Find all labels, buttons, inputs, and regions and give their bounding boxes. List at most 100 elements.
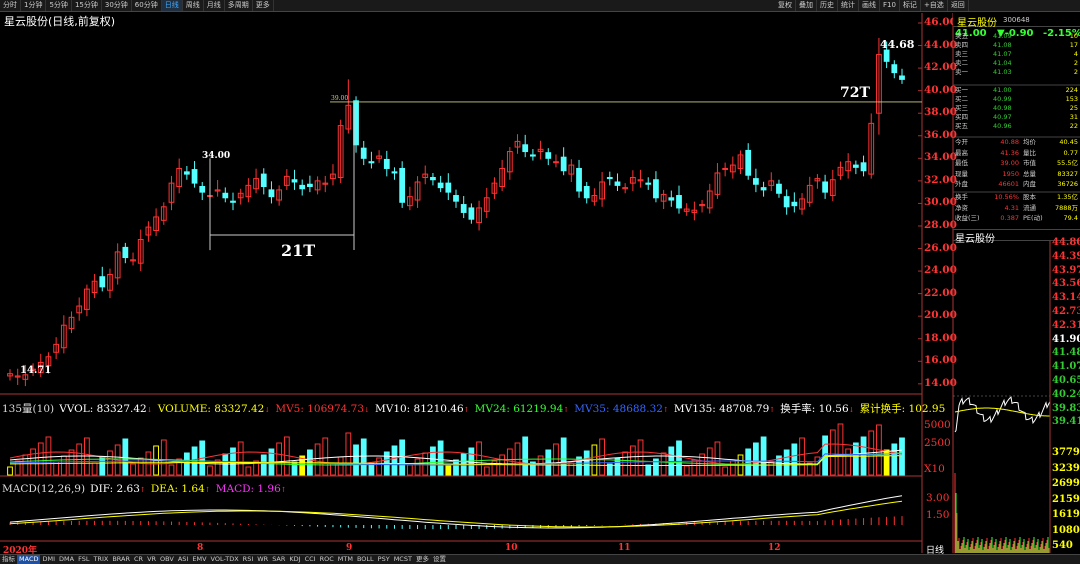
indicator-tab[interactable]: RSI	[241, 555, 256, 564]
intraday-volume-tick: 2159	[1052, 493, 1080, 505]
ask-row[interactable]: 卖二 41.04 2	[955, 59, 1080, 68]
vol-indicator-name[interactable]: 135量(10)	[2, 403, 54, 415]
intraday-price-tick: 44.80	[1052, 237, 1080, 248]
bid-row[interactable]: 买三 40.98 25	[955, 104, 1080, 113]
ask-row[interactable]: 卖五 41.09 10	[955, 32, 1080, 41]
candle-body	[437, 182, 444, 189]
order-volume: 4	[1073, 50, 1078, 58]
indicator-tab[interactable]: DMA	[57, 555, 76, 564]
order-price: 41.07	[993, 50, 1012, 58]
quote-detail-label: 均价	[1023, 138, 1036, 146]
indicator-tab[interactable]: ASI	[176, 555, 191, 564]
vol-unit-label: X10	[924, 463, 945, 475]
price-tick-label: 14.00	[924, 376, 957, 389]
indicator-tab[interactable]: MCST	[392, 555, 414, 564]
order-volume: 153	[1065, 95, 1078, 103]
candle-body	[453, 195, 459, 202]
volume-bar	[430, 446, 436, 476]
indicator-tab[interactable]: DMI	[40, 555, 57, 564]
ask-row[interactable]: 卖三 41.07 4	[955, 50, 1080, 59]
indicator-tab[interactable]: CCI	[303, 555, 318, 564]
order-volume: 22	[1069, 122, 1078, 130]
indicator-tab[interactable]: BRAR	[110, 555, 132, 564]
high-price-label: 44.68	[880, 38, 915, 51]
volume-bar	[60, 455, 67, 476]
indicator-tab[interactable]: VR	[145, 555, 158, 564]
volume-bar	[522, 436, 529, 476]
intraday-volume-tick: 540	[1052, 540, 1073, 551]
indicator-tab[interactable]: OBV	[158, 555, 176, 564]
indicator-tab[interactable]: PSY	[376, 555, 392, 564]
volume-bar	[799, 437, 805, 476]
order-price: 40.97	[993, 113, 1012, 121]
indicator-tab[interactable]: KDJ	[287, 555, 302, 564]
mv24-value: MV24: 61219.94	[474, 403, 564, 415]
quote-header: 星云股份 300648	[953, 13, 1080, 29]
candle-body	[268, 189, 275, 198]
quote-detail-label: 量比	[1023, 148, 1036, 157]
volume-bar	[314, 443, 321, 476]
quote-detail-label: 流通	[1023, 203, 1036, 212]
volume-bar	[683, 465, 690, 476]
quote-detail-value: 39.00	[1000, 159, 1019, 167]
order-level-label: 买三	[955, 104, 968, 112]
indicator-tab[interactable]: 设置	[431, 555, 448, 564]
indicator-tab[interactable]: BOLL	[355, 555, 376, 564]
candle-body	[822, 181, 828, 193]
bid-row[interactable]: 买一 41.00 224	[955, 86, 1080, 95]
indicator-tab[interactable]: SAR	[270, 555, 287, 564]
indicator-tab[interactable]: FSL	[76, 555, 91, 564]
volume-bar	[360, 438, 367, 476]
indicator-tab[interactable]: ROC	[318, 555, 336, 564]
volume-bar	[560, 437, 567, 476]
volume-bar	[276, 442, 283, 476]
order-level-label: 卖三	[955, 50, 968, 58]
intraday-price-tick: 40.24	[1052, 388, 1080, 400]
candle-body	[614, 181, 621, 186]
indicator-tab[interactable]: WR	[255, 555, 270, 564]
macd-indicator-header: MACD(12,26,9) DIF: 2.63↑ DEA: 1.64↑ MACD…	[2, 483, 287, 495]
indicator-tab[interactable]: TRIX	[91, 555, 110, 564]
candle-body	[791, 201, 798, 207]
candle-body	[545, 152, 552, 159]
intraday-volume-tick: 1080	[1052, 524, 1080, 536]
candle-body	[445, 182, 452, 193]
order-level-label: 卖四	[955, 41, 968, 49]
indicator-tab[interactable]: MACD	[17, 555, 41, 564]
ask-row[interactable]: 卖一 41.03 2	[955, 68, 1080, 77]
candle-body	[199, 186, 206, 193]
intraday-price-tick: 42.73	[1052, 306, 1080, 317]
indicator-tab[interactable]: EMV	[190, 555, 208, 564]
volume-bar	[183, 452, 190, 476]
volume-bar	[337, 456, 344, 476]
volume-bar	[353, 444, 359, 476]
bid-row[interactable]: 买二 40.99 153	[955, 95, 1080, 104]
intraday-price-tick: 43.14	[1052, 292, 1080, 304]
mv35-value: MV35: 48688.32	[574, 403, 663, 415]
ask-row[interactable]: 卖四 41.08 17	[955, 41, 1080, 50]
order-level-label: 卖二	[955, 59, 968, 67]
candle-body	[307, 183, 313, 188]
order-volume: 224	[1065, 86, 1078, 94]
quote-detail-label: 收益(三)	[955, 214, 980, 222]
quote-detail-row: 现量 1950 总量 83327	[955, 170, 1080, 179]
indicator-tab[interactable]: 指标	[0, 555, 17, 564]
indicator-tab[interactable]: 更多	[414, 555, 431, 564]
volume-bar	[476, 441, 482, 476]
volume-bar	[829, 429, 836, 476]
quote-detail-value: 55.5亿	[1057, 159, 1078, 167]
order-price: 40.96	[993, 122, 1012, 130]
bid-row[interactable]: 买四 40.97 31	[955, 113, 1080, 122]
intraday-price-line	[954, 396, 1051, 433]
indicator-tab[interactable]: CR	[132, 555, 145, 564]
order-level-label: 买四	[955, 113, 968, 121]
indicator-toolbar: 指标 MACD DMI DMA FSL TRIX BRAR CR VR OBV ASI EMV VOL-…	[0, 554, 1080, 564]
bid-row[interactable]: 买五 40.96 22	[955, 122, 1080, 131]
indicator-tab[interactable]: MTM	[336, 555, 355, 564]
volume-bar	[322, 437, 329, 476]
quote-detail-label: 现量	[955, 169, 968, 178]
macd-indicator-name[interactable]: MACD(12,26,9)	[2, 483, 85, 495]
candle-body	[460, 204, 467, 213]
quote-detail-value: 0.77	[1063, 148, 1078, 157]
indicator-tab[interactable]: VOL-TDX	[209, 555, 241, 564]
